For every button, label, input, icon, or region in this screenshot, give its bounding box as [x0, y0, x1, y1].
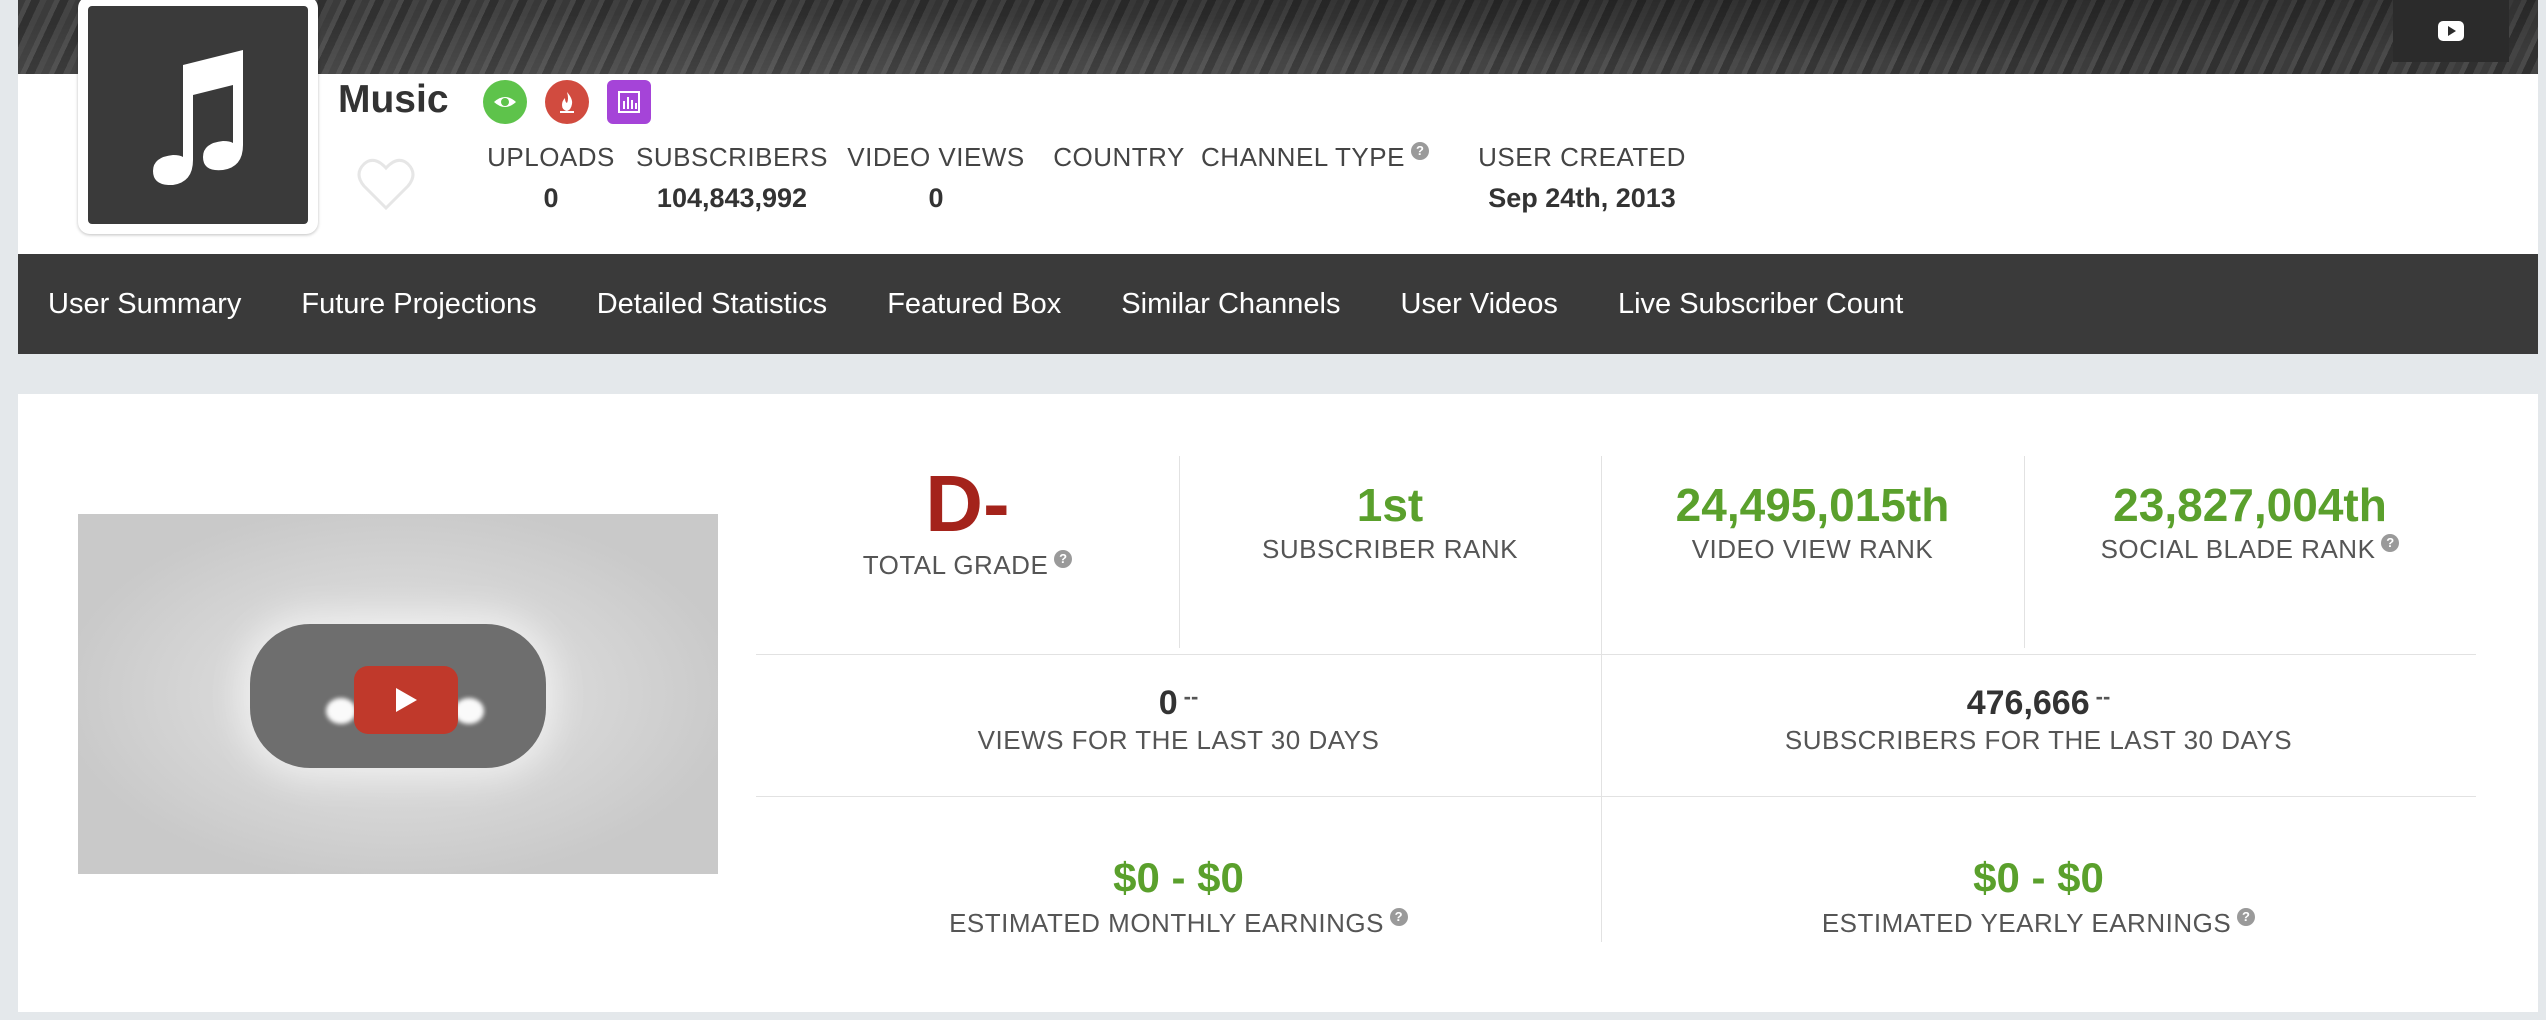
estimated-yearly-earnings: $0 - $0 ESTIMATED YEARLY EARNINGS? [1601, 854, 2476, 939]
stat-label: VIDEO VIEWS [847, 142, 1025, 172]
nav-user-summary[interactable]: User Summary [48, 288, 241, 321]
stat-label: UPLOADS [487, 142, 615, 172]
stats-badge[interactable] [607, 80, 651, 124]
nav-featured-box[interactable]: Featured Box [887, 288, 1061, 321]
help-icon[interactable]: ? [2237, 908, 2256, 926]
stat-label: CHANNEL TYPE [1201, 142, 1405, 172]
stat-label: COUNTRY [1053, 142, 1185, 172]
video-player[interactable] [78, 514, 718, 874]
music-note-icon [153, 50, 243, 185]
nav-live-subscriber-count[interactable]: Live Subscriber Count [1618, 288, 1903, 321]
help-icon[interactable]: ? [2381, 534, 2400, 552]
divider [756, 796, 2476, 797]
yearly-earnings-label: ESTIMATED YEARLY EARNINGS [1821, 908, 2232, 938]
grade-label: TOTAL GRADE [862, 550, 1049, 580]
bar-chart-icon [618, 91, 640, 113]
subscribers-last-30-days: 476,666 -- SUBSCRIBERS FOR THE LAST 30 DA… [1601, 684, 2476, 756]
views-30-value: 0 [1158, 684, 1178, 722]
monthly-earnings-label: ESTIMATED MONTHLY EARNINGS [949, 908, 1384, 938]
channel-nav: User Summary Future Projections Detailed… [18, 254, 2538, 354]
favorite-heart-icon[interactable] [356, 156, 416, 212]
stat-label: USER CREATED [1478, 142, 1686, 172]
channel-header: Music UPLOADS 0 SUBSCRIBERS 104,843,992 … [18, 0, 2538, 354]
stat-label: SUBSCRIBERS [636, 142, 828, 172]
channel-name: Music [338, 78, 449, 121]
monthly-earnings-value: $0 - $0 [1113, 854, 1244, 901]
channel-badges [483, 80, 651, 124]
help-icon[interactable]: ? [1410, 142, 1429, 160]
subs-30-value: 476,666 [1966, 684, 2090, 722]
nav-detailed-statistics[interactable]: Detailed Statistics [597, 288, 828, 321]
yearly-earnings-value: $0 - $0 [1973, 854, 2104, 901]
youtube-icon [2438, 21, 2464, 41]
subs-30-label: SUBSCRIBERS FOR THE LAST 30 DAYS [1784, 725, 2293, 755]
channel-banner [18, 0, 2538, 74]
stat-channel-type: CHANNEL TYPE? [1190, 142, 1440, 183]
nav-similar-channels[interactable]: Similar Channels [1121, 288, 1340, 321]
trend-indicator: -- [1183, 684, 1199, 709]
views-last-30-days: 0 -- VIEWS FOR THE LAST 30 DAYS [756, 684, 1601, 756]
rank-label: SUBSCRIBER RANK [1262, 534, 1518, 564]
play-icon [396, 688, 417, 712]
video-placeholder-dot [326, 698, 356, 724]
subscriber-rank: 1st SUBSCRIBER RANK [1179, 478, 1601, 565]
total-grade: D- TOTAL GRADE? [756, 464, 1179, 581]
grade-value: D- [925, 459, 1010, 548]
stat-user-created: USER CREATED Sep 24th, 2013 [1446, 142, 1718, 214]
stat-value: 0 [543, 183, 559, 213]
rank-label: SOCIAL BLADE RANK [2100, 534, 2376, 564]
rank-value: 1st [1356, 479, 1424, 531]
stat-value: 104,843,992 [656, 183, 808, 213]
estimated-monthly-earnings: $0 - $0 ESTIMATED MONTHLY EARNINGS? [756, 854, 1601, 939]
rank-value: 23,827,004th [2113, 479, 2387, 531]
play-button[interactable] [354, 666, 458, 734]
channel-avatar [78, 0, 318, 234]
divider [756, 654, 2476, 655]
views-30-label: VIEWS FOR THE LAST 30 DAYS [977, 725, 1380, 755]
video-placeholder-dot [454, 698, 484, 724]
stat-value: Sep 24th, 2013 [1488, 183, 1676, 213]
eye-icon [494, 97, 516, 107]
views-badge[interactable] [483, 80, 527, 124]
stat-video-views: VIDEO VIEWS 0 [834, 142, 1038, 214]
summary-panel: D- TOTAL GRADE? 1st SUBSCRIBER RANK 24,4… [18, 394, 2538, 1012]
nav-user-videos[interactable]: User Videos [1401, 288, 1558, 321]
rank-label: VIDEO VIEW RANK [1691, 534, 1934, 564]
rank-value: 24,495,015th [1675, 479, 1950, 531]
help-icon[interactable]: ? [1054, 550, 1073, 568]
help-icon[interactable]: ? [1389, 908, 1408, 926]
flame-icon [560, 92, 574, 113]
nav-future-projections[interactable]: Future Projections [301, 288, 536, 321]
social-blade-rank: 23,827,004th SOCIAL BLADE RANK? [2024, 478, 2476, 565]
stat-uploads: UPLOADS 0 [475, 142, 627, 214]
stat-subscribers: SUBSCRIBERS 104,843,992 [626, 142, 838, 214]
stat-value: 0 [928, 183, 944, 213]
trending-badge[interactable] [545, 80, 589, 124]
video-view-rank: 24,495,015th VIDEO VIEW RANK [1601, 478, 2024, 565]
stat-country: COUNTRY [1034, 142, 1204, 183]
trend-indicator: -- [2095, 684, 2111, 709]
youtube-link-button[interactable] [2393, 0, 2509, 62]
